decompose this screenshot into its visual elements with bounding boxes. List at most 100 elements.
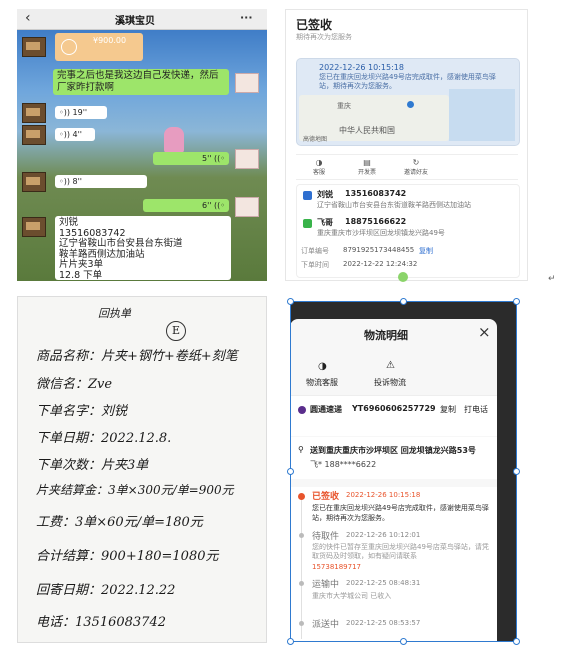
avatar[interactable]	[235, 197, 259, 217]
avatar[interactable]	[235, 149, 259, 169]
resize-handle[interactable]	[513, 638, 520, 645]
tracking-number: YT6960606257729	[352, 404, 436, 413]
action-label: 开发票	[357, 169, 376, 176]
timeline: 已签收 2022-12-26 10:15:18 您已在重庆回龙坝兴路49号店完成…	[290, 487, 497, 642]
event-status: 已签收	[312, 492, 340, 502]
close-icon[interactable]: ×	[478, 323, 491, 341]
chat-screenshot: ‹ 溪琪宝贝 ··· ¥900.00 完事之后也是我这边自己发快递，然后厂家昨打…	[17, 9, 267, 281]
action-label: 邀请好友	[403, 169, 428, 176]
voice-wave-icon: ◦))	[59, 177, 73, 186]
service-button[interactable]: 物流客服	[306, 377, 338, 388]
event-time: 2022-12-26 10:15:18	[346, 491, 421, 499]
note-line: 工费：3单×60元/单=180元	[36, 515, 203, 530]
receiver-icon	[303, 219, 312, 228]
order-time-label: 下单时间	[301, 261, 329, 269]
receiver-name: 飞哥	[317, 218, 333, 227]
detail-sheet: 物流明细 × ◑ 物流客服 ⚠ 投诉物流 圆通速递 YT696060625772…	[290, 319, 497, 642]
map-card[interactable]: 2022-12-26 10:15:18 您已在重庆回龙坝兴路49号店完成取件，感…	[296, 58, 520, 146]
avatar[interactable]	[22, 103, 46, 123]
event-text: 重庆市大学城公司 已收入	[312, 592, 392, 600]
map-label-city: 重庆	[337, 102, 351, 110]
event-time: 2022-12-26 10:12:01	[346, 531, 421, 539]
receiver-phone: 18875166622	[345, 217, 407, 226]
action-service[interactable]: ◑ 客服	[304, 158, 334, 176]
chat-title: 溪琪宝贝	[115, 16, 155, 27]
note-line: 电话：13516083742	[36, 615, 166, 630]
logistics-screenshot: 已签收 期待再次为您服务 2022-12-26 10:15:18 您已在重庆回龙…	[285, 9, 528, 281]
resize-handle[interactable]	[400, 638, 407, 645]
order-number-label: 订单编号	[301, 247, 329, 255]
timeline-dot	[299, 533, 304, 538]
payment-amount: ¥900.00	[93, 36, 127, 45]
resize-handle[interactable]	[287, 638, 294, 645]
action-row: ◑ 客服 ▤ 开发票 ↻ 邀请好友	[296, 154, 518, 180]
sender-name: 刘锐	[317, 190, 333, 199]
call-button[interactable]: 打电话	[464, 404, 488, 415]
voice-wave-icon: ◦))	[59, 108, 73, 117]
message-bubble[interactable]: 完事之后也是我这边自己发快递，然后厂家昨打款啊	[53, 69, 229, 95]
share-icon: ↻	[412, 158, 420, 167]
contact-address-line1: 辽宁省鞍山市台安县台东街道	[59, 238, 183, 249]
order-number: 8791925173448455	[343, 246, 415, 254]
avatar[interactable]	[235, 73, 259, 93]
courier-name: 圆通速递	[310, 405, 342, 414]
voice-duration: 4''	[72, 130, 83, 139]
sender-phone: 13516083742	[345, 189, 407, 198]
timeline-dot-active	[298, 493, 305, 500]
voice-message[interactable]: 6'' ((◦	[143, 199, 229, 212]
receiver-info: 飞* 188****6622	[310, 460, 377, 469]
voice-message[interactable]: 5'' ((◦	[153, 152, 229, 165]
avatar[interactable]	[22, 217, 46, 237]
copy-link[interactable]: 复制	[419, 246, 433, 256]
timeline-rail	[301, 499, 302, 639]
sender-address: 辽宁省鞍山市台安县台东街道鞍羊路西侧达加油站	[317, 201, 471, 209]
note-line: 下单日期：2022.12.8.	[36, 431, 172, 446]
action-label: 客服	[312, 169, 325, 176]
voice-message[interactable]: ◦)) 19''	[55, 106, 107, 119]
event-time: 2022-12-25 08:53:57	[346, 619, 421, 627]
more-icon[interactable]: ···	[240, 11, 253, 24]
avatar[interactable]	[22, 125, 46, 145]
action-invite[interactable]: ↻ 邀请好友	[396, 158, 436, 176]
courier-logo-icon	[298, 406, 306, 414]
complain-button[interactable]: 投诉物流	[374, 377, 406, 388]
contact-item: 片片夹3单	[59, 259, 104, 270]
timeline-dot	[299, 581, 304, 586]
voice-wave-icon: ((◦	[211, 201, 225, 210]
resize-handle[interactable]	[287, 468, 294, 475]
note-line: 商品名称：片夹+钢竹+卷纸+刻笔	[36, 349, 238, 364]
voice-message[interactable]: ◦)) 4''	[55, 128, 95, 141]
contact-total: 12.8 下单	[59, 269, 103, 281]
voice-wave-icon: ◦))	[59, 130, 73, 139]
map-credit: 高德地图	[303, 136, 328, 143]
note-circle-mark: E	[166, 321, 186, 341]
action-invoice[interactable]: ▤ 开发票	[350, 158, 384, 176]
contact-card[interactable]: 刘锐 13516083742 辽宁省鞍山市台安县台东街道 鞍羊路西侧达加油站 片…	[55, 216, 231, 280]
note-line: 下单名字：刘锐	[36, 404, 128, 419]
location-pin-icon: ⚲	[298, 445, 304, 454]
resize-handle[interactable]	[513, 468, 520, 475]
detail-title: 物流明细	[364, 329, 408, 342]
back-icon[interactable]: ‹	[25, 10, 31, 26]
voice-message[interactable]: ◦)) 8''	[55, 175, 147, 188]
resize-handle[interactable]	[513, 298, 520, 305]
avatar[interactable]	[22, 37, 46, 57]
deliver-to: 送到重庆重庆市沙坪坝区 回龙坝镇龙兴路53号	[310, 446, 476, 455]
address-card: 刘锐 13516083742 辽宁省鞍山市台安县台东街道鞍羊路西侧达加油站 飞哥…	[296, 184, 520, 278]
payment-card[interactable]: ¥900.00	[55, 33, 143, 61]
invoice-icon: ▤	[363, 158, 371, 167]
copy-button[interactable]: 复制	[440, 404, 456, 415]
event-text: 您的快件已暂存至重庆回龙坝兴路49号店菜鸟驿站，请凭取货码及时领取，如有疑问请联…	[312, 543, 489, 560]
avatar[interactable]	[22, 172, 46, 192]
signed-status: 已签收	[296, 18, 333, 32]
note-line: 片夹结算金：3单×300元/单=900元	[36, 483, 234, 497]
map-pin-icon	[407, 101, 414, 108]
sender-icon	[303, 191, 312, 200]
event-phone-link[interactable]: 15738189717	[312, 563, 361, 571]
rotate-handle[interactable]	[398, 272, 408, 282]
voice-wave-icon: ((◦	[211, 154, 225, 163]
event-time: 2022-12-25 08:48:31	[346, 579, 421, 587]
resize-handle[interactable]	[287, 298, 294, 305]
timeline-dot	[299, 621, 304, 626]
resize-handle[interactable]	[400, 298, 407, 305]
